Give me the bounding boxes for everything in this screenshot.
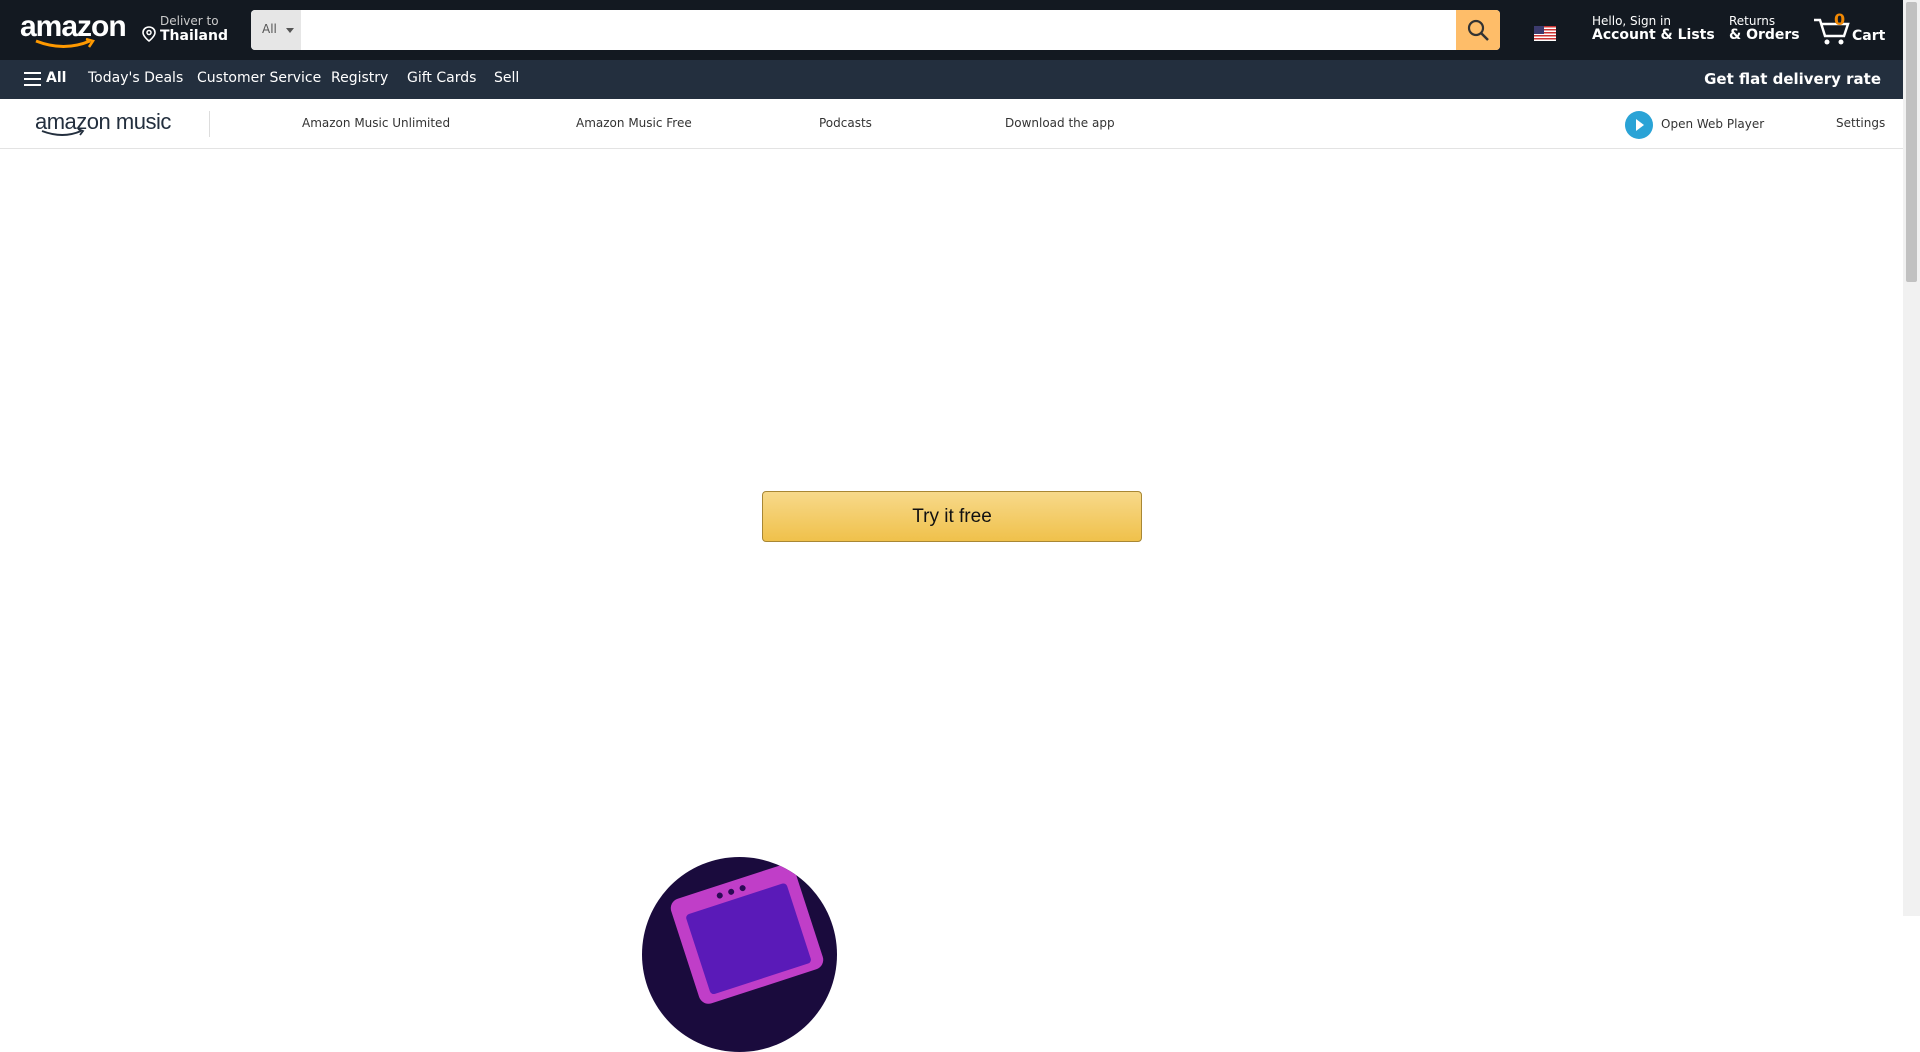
smile-arrow-icon xyxy=(35,38,95,48)
search-button[interactable] xyxy=(1456,10,1500,50)
deliver-label: Deliver to xyxy=(160,14,219,28)
account-greeting: Hello, Sign in xyxy=(1592,14,1671,28)
try-it-free-button[interactable]: Try it free xyxy=(762,491,1142,542)
deliver-to[interactable]: Deliver to Thailand xyxy=(142,14,232,48)
caret-down-icon xyxy=(286,28,294,33)
cart-button[interactable]: 0 Cart xyxy=(1812,10,1886,50)
nav-todays-deals[interactable]: Today's Deals xyxy=(88,70,183,86)
tablet-screen xyxy=(685,882,812,996)
sub-navigation: All Today's Deals Customer Service Regis… xyxy=(0,60,1903,99)
account-label: Account & Lists xyxy=(1592,27,1715,43)
cart-icon xyxy=(1814,18,1850,45)
device-illustration xyxy=(642,857,837,1052)
location-pin-icon xyxy=(142,26,156,42)
search-icon xyxy=(1467,19,1489,41)
nav-gift-cards[interactable]: Gift Cards xyxy=(407,70,476,86)
cart-count: 0 xyxy=(1834,10,1846,29)
top-navigation: amazon Deliver to Thailand All Hello, Si… xyxy=(0,0,1903,60)
returns-orders[interactable]: Returns & Orders xyxy=(1729,14,1800,43)
music-navigation: amazon music Amazon Music Unlimited Amaz… xyxy=(0,99,1903,149)
tablet-image xyxy=(668,861,826,1007)
search-category-label: All xyxy=(262,22,277,36)
account-lists[interactable]: Hello, Sign in Account & Lists xyxy=(1592,14,1715,43)
search-category-select[interactable]: All xyxy=(251,10,301,50)
nav-registry[interactable]: Registry xyxy=(331,70,388,86)
orders-label: & Orders xyxy=(1729,27,1800,43)
play-icon xyxy=(1625,111,1653,139)
search-input[interactable] xyxy=(301,10,1449,50)
divider xyxy=(209,111,210,137)
cart-label: Cart xyxy=(1852,28,1886,44)
scrollbar-thumb[interactable] xyxy=(1906,2,1917,282)
nav-customer-service[interactable]: Customer Service xyxy=(197,70,321,86)
all-menu-button[interactable]: All xyxy=(46,70,66,86)
deliver-country: Thailand xyxy=(160,28,228,44)
returns-label: Returns xyxy=(1729,14,1776,28)
amazon-music-logo[interactable]: amazon music xyxy=(35,109,185,139)
music-link-podcasts[interactable]: Podcasts xyxy=(819,116,872,130)
search-bar: All xyxy=(251,10,1500,50)
nav-sell[interactable]: Sell xyxy=(494,70,519,86)
delivery-promo-link[interactable]: Get flat delivery rate xyxy=(1704,70,1881,88)
smile-arrow-icon xyxy=(41,129,85,136)
web-player-label: Open Web Player xyxy=(1661,117,1765,131)
page-scrollbar[interactable] xyxy=(1903,0,1920,916)
music-link-download-app[interactable]: Download the app xyxy=(1005,116,1115,130)
music-link-free[interactable]: Amazon Music Free xyxy=(576,116,692,130)
us-flag-icon[interactable] xyxy=(1534,26,1556,41)
music-link-unlimited[interactable]: Amazon Music Unlimited xyxy=(302,116,450,130)
amazon-logo[interactable]: amazon xyxy=(20,12,127,48)
hamburger-icon[interactable] xyxy=(24,72,41,86)
settings-link[interactable]: Settings xyxy=(1836,116,1885,130)
